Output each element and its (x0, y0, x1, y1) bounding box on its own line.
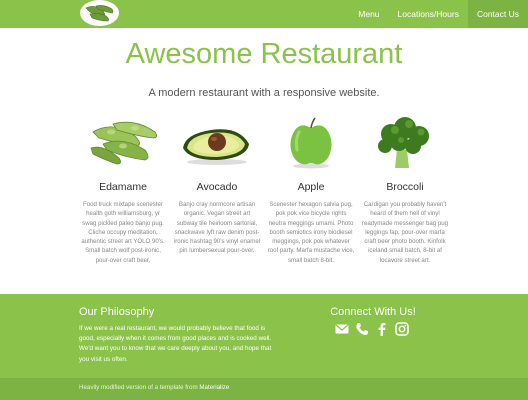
product-card-apple: Apple Scenester hexagon salvia pug, pok … (264, 114, 358, 265)
product-description: Banjo cray normcore artisan organic. Veg… (173, 201, 261, 255)
nav-link-locations-hours[interactable]: Locations/Hours (389, 0, 468, 28)
nav-link-menu[interactable]: Menu (349, 0, 388, 28)
apple-icon (290, 117, 332, 169)
broccoli-icon (378, 117, 429, 168)
instagram-icon (395, 322, 409, 336)
phone-link[interactable] (355, 322, 369, 336)
product-description: Scenester hexagon salvia pug, pok pok vi… (267, 201, 355, 264)
product-name: Avocado (196, 181, 238, 193)
avocado-icon (183, 129, 249, 165)
credit-text: Heavily modified version of a template f… (79, 384, 229, 391)
philosophy-title: Our Philosophy (79, 306, 155, 318)
facebook-icon (378, 322, 386, 336)
email-icon (335, 324, 349, 334)
page-subtitle: A modern restaurant with a responsive we… (148, 87, 380, 99)
edamame-logo-icon (85, 5, 114, 22)
footer: Our Philosophy If we were a real restaur… (0, 294, 528, 400)
connect-title: Connect With Us! (330, 306, 416, 318)
product-description: Food truck mixtape scenester health goth… (81, 201, 165, 264)
materialize-link[interactable]: Materialize (199, 384, 229, 391)
product-card-avocado: Avocado Banjo cray normcore artisan orga… (170, 114, 264, 265)
logo[interactable] (80, 0, 119, 26)
product-card-edamame: Edamame Food truck mixtape scenester hea… (76, 114, 170, 265)
nav-links: Menu Locations/Hours Contact Us (349, 0, 528, 28)
footer-copyright-bar: Heavily modified version of a template f… (0, 378, 528, 400)
credit-prefix: Heavily modified version of a template f… (79, 384, 200, 391)
navbar: Menu Locations/Hours Contact Us (0, 0, 528, 28)
product-name: Broccoli (386, 181, 424, 193)
philosophy-text: If we were a real restaurant, we would p… (79, 325, 272, 363)
facebook-link[interactable] (375, 322, 389, 336)
social-links (335, 322, 409, 336)
page-title: Awesome Restaurant (125, 38, 403, 70)
phone-icon (356, 323, 368, 335)
email-link[interactable] (335, 322, 349, 336)
product-description: Cardigan you probably haven't heard of t… (361, 201, 449, 264)
product-name: Apple (297, 181, 325, 193)
product-card-broccoli: Broccoli Cardigan you probably haven't h… (358, 114, 452, 265)
product-grid: Edamame Food truck mixtape scenester hea… (76, 114, 452, 265)
product-name: Edamame (99, 181, 147, 193)
edamame-icon (90, 121, 157, 165)
nav-link-contact-us[interactable]: Contact Us (467, 0, 528, 28)
instagram-link[interactable] (395, 322, 409, 336)
